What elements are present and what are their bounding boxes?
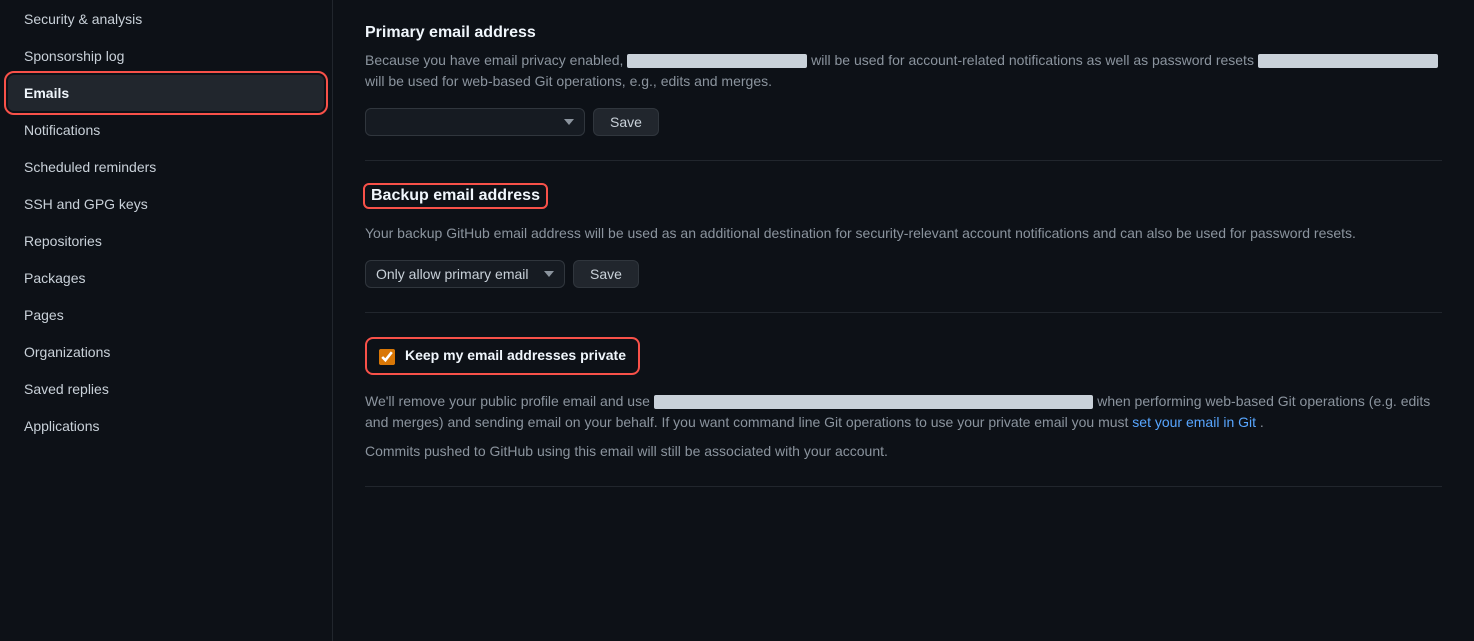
privacy-section: Keep my email addresses private We'll re…	[365, 313, 1442, 487]
sidebar-item-security-analysis[interactable]: Security & analysis	[8, 1, 324, 37]
commits-desc: Commits pushed to GitHub using this emai…	[365, 441, 1442, 462]
sidebar-item-organizations[interactable]: Organizations	[8, 334, 324, 370]
sidebar: Security & analysis Sponsorship log Emai…	[0, 0, 333, 641]
sidebar-item-label: Security & analysis	[24, 11, 142, 27]
redacted-private-email	[654, 395, 1094, 409]
sidebar-item-label: Scheduled reminders	[24, 159, 156, 175]
backup-email-select[interactable]: Only allow primary email	[365, 260, 565, 288]
set-email-git-link[interactable]: set your email in Git	[1132, 414, 1256, 430]
sidebar-item-emails[interactable]: Emails	[8, 75, 324, 111]
privacy-desc-before: We'll remove your public profile email a…	[365, 393, 650, 409]
redacted-email-2	[1258, 54, 1438, 68]
sidebar-item-applications[interactable]: Applications	[8, 408, 324, 444]
backup-email-desc: Your backup GitHub email address will be…	[365, 223, 1442, 244]
sidebar-item-label: Saved replies	[24, 381, 109, 397]
privacy-link-after: .	[1260, 414, 1264, 430]
sidebar-item-ssh-gpg-keys[interactable]: SSH and GPG keys	[8, 186, 324, 222]
privacy-desc: We'll remove your public profile email a…	[365, 391, 1442, 433]
primary-email-desc-before: Because you have email privacy enabled,	[365, 52, 623, 68]
sidebar-item-pages[interactable]: Pages	[8, 297, 324, 333]
primary-email-input-row: Save	[365, 108, 1442, 136]
sidebar-item-saved-replies[interactable]: Saved replies	[8, 371, 324, 407]
primary-email-desc-middle: will be used for account-related notific…	[811, 52, 1254, 68]
redacted-email-1	[627, 54, 807, 68]
sidebar-item-label: Emails	[24, 85, 69, 101]
backup-email-section: Backup email address Your backup GitHub …	[365, 161, 1442, 313]
sidebar-item-label: Sponsorship log	[24, 48, 124, 64]
sidebar-item-label: SSH and GPG keys	[24, 196, 148, 212]
sidebar-item-scheduled-reminders[interactable]: Scheduled reminders	[8, 149, 324, 185]
sidebar-item-repositories[interactable]: Repositories	[8, 223, 324, 259]
sidebar-item-label: Packages	[24, 270, 85, 286]
primary-email-desc: Because you have email privacy enabled, …	[365, 50, 1442, 92]
sidebar-item-notifications[interactable]: Notifications	[8, 112, 324, 148]
backup-email-title: Backup email address	[365, 185, 546, 207]
primary-email-section: Primary email address Because you have e…	[365, 0, 1442, 161]
backup-email-input-row: Only allow primary email Save	[365, 260, 1442, 288]
sidebar-item-packages[interactable]: Packages	[8, 260, 324, 296]
sidebar-item-label: Repositories	[24, 233, 102, 249]
primary-email-desc-after: will be used for web-based Git operation…	[365, 73, 772, 89]
keep-private-checkbox[interactable]	[379, 349, 395, 365]
keep-private-label: Keep my email addresses private	[405, 347, 626, 363]
main-content: Primary email address Because you have e…	[333, 0, 1474, 641]
sidebar-item-label: Organizations	[24, 344, 110, 360]
keep-private-checkbox-row[interactable]: Keep my email addresses private	[365, 337, 640, 375]
backup-email-save-button[interactable]: Save	[573, 260, 639, 288]
sidebar-item-label: Notifications	[24, 122, 100, 138]
primary-email-title: Primary email address	[365, 24, 1442, 42]
primary-email-select[interactable]	[365, 108, 585, 136]
sidebar-item-label: Pages	[24, 307, 64, 323]
sidebar-item-sponsorship-log[interactable]: Sponsorship log	[8, 38, 324, 74]
sidebar-item-label: Applications	[24, 418, 100, 434]
primary-email-save-button[interactable]: Save	[593, 108, 659, 136]
